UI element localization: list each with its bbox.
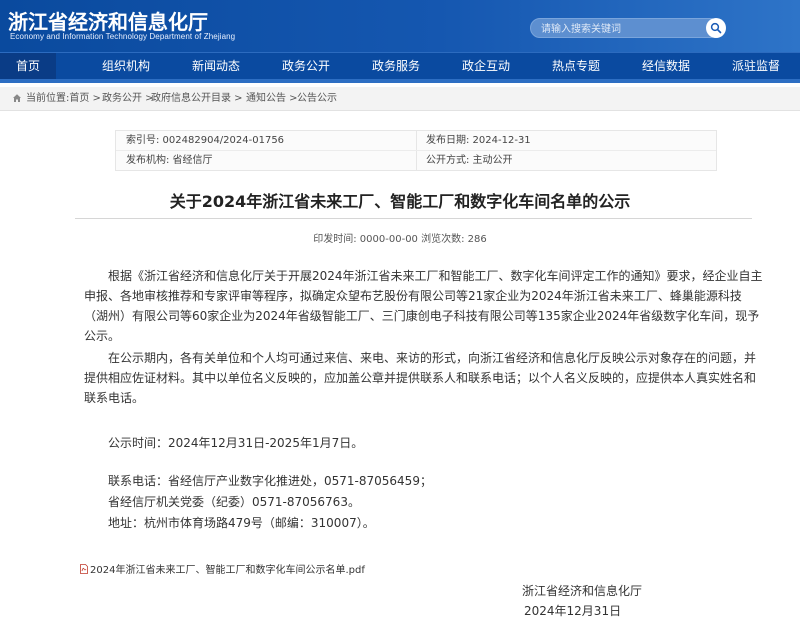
main-nav: 首页 组织机构 新闻动态 政务公开 政务服务 政企互动 热点专题 经信数据 派驻… xyxy=(0,52,800,80)
contact-address: 地址：杭州市体育场路479号（邮编：310007）。 xyxy=(108,516,375,530)
breadcrumb-directory[interactable]: 政府信息公开目录 > xyxy=(151,87,243,111)
publish-date: 发布日期: 2024-12-31 xyxy=(426,135,531,146)
title-divider xyxy=(75,218,752,219)
nav-divider xyxy=(0,79,800,83)
nav-item-data[interactable]: 经信数据 xyxy=(624,53,708,80)
attachment-label[interactable]: 2024年浙江省未来工厂、智能工厂和数字化车间公示名单.pdf xyxy=(90,561,365,576)
article-title: 关于2024年浙江省未来工厂、智能工厂和数字化车间名单的公示 xyxy=(169,192,631,211)
contact-phone-2: 省经信厅机关党委（纪委）0571-87056763。 xyxy=(108,495,360,509)
breadcrumb-announcement[interactable]: 公告公示 xyxy=(297,87,337,111)
pdf-icon xyxy=(80,563,88,574)
disclosure-method: 公开方式: 主动公开 xyxy=(426,155,513,166)
site-subtitle: Economy and Information Technology Depar… xyxy=(10,32,236,41)
meta-row: 发布机构: 省经信厅 公开方式: 主动公开 xyxy=(116,151,716,171)
article-paragraph: 根据《浙江省经济和信息化厅关于开展2024年浙江省未来工厂和智能工厂、数字化车间… xyxy=(84,269,763,343)
nav-item-supervision[interactable]: 派驻监督 xyxy=(714,53,798,80)
nav-item-home[interactable]: 首页 xyxy=(0,53,56,80)
search-input[interactable] xyxy=(541,21,711,37)
nav-item-interaction[interactable]: 政企互动 xyxy=(444,53,528,80)
signature-date: 2024年12月31日 xyxy=(524,604,622,618)
nav-item-government-affairs[interactable]: 政务公开 xyxy=(264,53,348,80)
contact-phone: 联系电话：省经信厅产业数字化推进处，0571-87056459； xyxy=(108,474,432,488)
search-button[interactable] xyxy=(706,18,726,38)
breadcrumb-notices[interactable]: 通知公告 > xyxy=(246,87,298,111)
signature-organization: 浙江省经济和信息化厅 xyxy=(522,584,643,598)
index-number: 索引号: 002482904/2024-01756 xyxy=(126,135,285,146)
publicity-period: 公示时间：2024年12月31日-2025年1月7日。 xyxy=(108,436,364,450)
meta-row: 索引号: 002482904/2024-01756 发布日期: 2024-12-… xyxy=(116,131,716,151)
breadcrumb-government-affairs[interactable]: 政务公开 > xyxy=(102,87,154,111)
nav-item-organization[interactable]: 组织机构 xyxy=(84,53,168,80)
site-header: 浙江省经济和信息化厅 Economy and Information Techn… xyxy=(0,0,800,52)
nav-item-services[interactable]: 政务服务 xyxy=(354,53,438,80)
attachment-link[interactable]: 2024年浙江省未来工厂、智能工厂和数字化车间公示名单.pdf xyxy=(80,561,365,576)
search-box xyxy=(530,18,720,38)
nav-item-topics[interactable]: 热点专题 xyxy=(534,53,618,80)
document-meta-table: 索引号: 002482904/2024-01756 发布日期: 2024-12-… xyxy=(115,130,717,171)
article-paragraph: 在公示期内，各有关单位和个人均可通过来信、来电、来访的形式，向浙江省经济和信息化… xyxy=(84,351,757,405)
breadcrumb-home[interactable]: 当前位置:首页 > xyxy=(26,87,101,111)
site-title[interactable]: 浙江省经济和信息化厅 xyxy=(8,6,208,35)
home-icon xyxy=(13,94,21,102)
nav-item-news[interactable]: 新闻动态 xyxy=(174,53,258,80)
search-icon xyxy=(710,22,722,34)
article-info: 印发时间: 0000-00-00 浏览次数: 286 xyxy=(313,234,487,245)
issuer: 发布机构: 省经信厅 xyxy=(126,155,213,166)
breadcrumb: 当前位置:首页 > 政务公开 > 政府信息公开目录 > 通知公告 > 公告公示 xyxy=(0,87,800,111)
